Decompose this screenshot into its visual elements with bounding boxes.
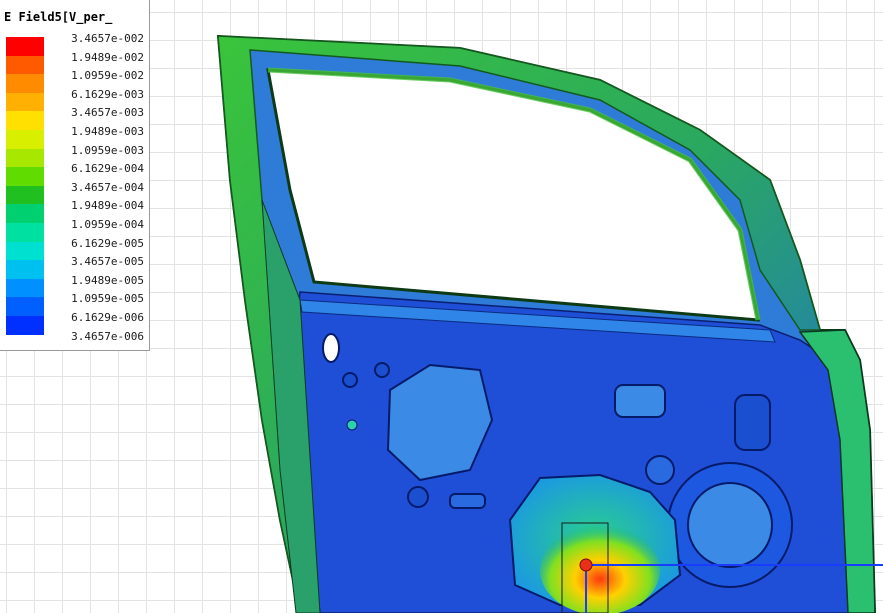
legend-swatch: [6, 37, 44, 56]
legend-value-label: 1.0959e-004: [71, 217, 144, 231]
legend-value-label: 1.0959e-005: [71, 292, 144, 306]
legend-value-label: 1.9489e-002: [71, 50, 144, 64]
hole-5: [645, 455, 675, 485]
legend-value-label: 3.4657e-002: [71, 32, 144, 45]
legend-swatch: [6, 222, 44, 242]
latch-cutout: [322, 333, 340, 363]
upper-right-pocket: [614, 384, 666, 418]
legend-swatch: [6, 315, 44, 335]
legend-label-column: 3.4657e-002 1.9489e-002 1.0959e-002 6.1629e…: [52, 30, 148, 346]
legend-swatch: [6, 185, 44, 205]
window-opening: [266, 68, 760, 322]
hotspot: [540, 525, 660, 613]
legend-value-label: 3.4657e-003: [71, 106, 144, 120]
legend-value-label: 1.9489e-005: [71, 273, 144, 287]
legend-swatch-column: [6, 37, 44, 335]
side-pocket: [734, 394, 771, 451]
legend-swatch: [6, 55, 44, 75]
legend-value-label: 6.1629e-003: [71, 87, 144, 101]
legend-value-label: 1.9489e-004: [71, 199, 144, 213]
legend-swatch: [6, 74, 44, 93]
probe-point[interactable]: [579, 558, 593, 572]
legend-title: E Field5[V_per_: [4, 10, 113, 24]
color-legend[interactable]: E Field5[V_per_ 3.4657e-002 1.9489e-002 1.…: [0, 0, 150, 351]
3d-viewport[interactable]: E Field5[V_per_ 3.4657e-002 1.9489e-002 1.…: [0, 0, 883, 613]
legend-value-label: 1.9489e-003: [71, 124, 144, 138]
legend-value-label: 3.4657e-004: [71, 180, 144, 194]
slot-cutout: [449, 493, 486, 509]
legend-swatch: [6, 260, 44, 279]
legend-swatch: [6, 167, 44, 186]
legend-swatch: [6, 278, 44, 298]
hole-1: [342, 372, 358, 388]
legend-swatch: [6, 241, 44, 261]
legend-value-label: 1.0959e-002: [71, 69, 144, 83]
legend-value-label: 6.1629e-005: [71, 236, 144, 250]
legend-swatch: [6, 111, 44, 130]
hole-4: [407, 486, 429, 508]
hole-3: [346, 419, 358, 431]
legend-swatch: [6, 129, 44, 149]
legend-value-label: 1.0959e-003: [71, 143, 144, 157]
legend-swatch: [6, 297, 44, 316]
speaker-ring-inner: [687, 482, 773, 568]
legend-value-label: 6.1629e-006: [71, 310, 144, 324]
hole-2: [374, 362, 390, 378]
legend-swatch: [6, 204, 44, 223]
legend-value-label: 3.4657e-006: [71, 329, 144, 343]
legend-value-label: 3.4657e-005: [71, 255, 144, 269]
legend-swatch: [6, 92, 44, 112]
legend-value-label: 6.1629e-004: [71, 162, 144, 176]
legend-swatch: [6, 148, 44, 168]
